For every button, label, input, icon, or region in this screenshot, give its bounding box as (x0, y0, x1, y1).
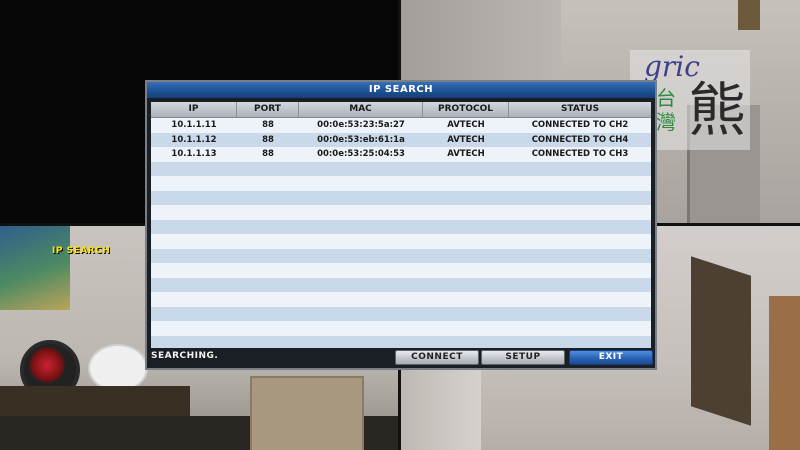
exit-button[interactable]: EXIT (569, 350, 653, 365)
column-header-protocol[interactable]: PROTOCOL (423, 102, 509, 117)
empty-table-row (151, 263, 651, 278)
table-cell-ip: 10.1.1.11 (171, 120, 217, 130)
column-header-port[interactable]: PORT (237, 102, 299, 117)
empty-table-row (151, 277, 651, 292)
table-body: 10.1.1.11 88 00:0e:53:23:5a:27 AVTECH CONNEC… (151, 118, 651, 348)
dialog-title: IP SEARCH (147, 82, 655, 98)
dome-camera (88, 344, 148, 392)
wall-poster (0, 226, 70, 310)
empty-table-row (151, 321, 651, 336)
watermark-cjk-small: 台 灣 (656, 86, 676, 134)
search-status: SEARCHING. (151, 351, 219, 361)
table-cell-port: 88 (262, 120, 274, 130)
table-row[interactable]: 10.1.1.13 88 00:0e:53:25:04:53 AVTECH CONNEC… (151, 147, 651, 162)
door-frame (769, 296, 800, 450)
device-table: IP PORT MAC PROTOCOL STATUS 10.1.1.11 88 0… (151, 102, 651, 348)
table-cell-protocol: AVTECH (447, 149, 485, 159)
table-cell-status: CONNECTED TO CH4 (531, 134, 629, 145)
empty-table-row (151, 306, 651, 321)
table-header: IP PORT MAC PROTOCOL STATUS (151, 102, 651, 118)
circuit-board (0, 386, 190, 420)
table-cell-port: 88 (262, 149, 274, 159)
column-header-status[interactable]: STATUS (509, 102, 651, 117)
table-cell-ip: 10.1.1.13 (171, 149, 217, 159)
table-cell-status: CONNECTED TO CH3 (531, 149, 629, 159)
dialog-footer: SEARCHING. CONNECT SETUP EXIT (147, 348, 655, 368)
table-cell-mac: 00:0e:53:eb:61:1a (317, 134, 405, 145)
table-cell-port: 88 (262, 134, 274, 145)
overlay-label: IP SEARCH (52, 246, 111, 256)
ip-search-dialog: IP SEARCH IP PORT MAC PROTOCOL STATUS 10… (145, 80, 657, 370)
table-cell-status: CONNECTED TO CH2 (531, 120, 629, 130)
empty-table-row (151, 234, 651, 249)
door (691, 256, 751, 426)
watermark-cjk-big: 熊 (688, 76, 747, 144)
wall-corner (738, 0, 760, 30)
table-cell-ip: 10.1.1.12 (171, 134, 217, 145)
table-cell-protocol: AVTECH (447, 134, 485, 145)
empty-table-row (151, 219, 651, 234)
table-cell-protocol: AVTECH (447, 120, 485, 130)
column-header-mac[interactable]: MAC (299, 102, 423, 117)
empty-table-row (151, 161, 651, 176)
empty-table-row (151, 335, 651, 348)
column-header-ip[interactable]: IP (151, 102, 237, 117)
empty-table-row (151, 205, 651, 220)
empty-table-row (151, 292, 651, 307)
table-row[interactable]: 10.1.1.11 88 00:0e:53:23:5a:27 AVTECH CONNEC… (151, 118, 651, 133)
cpu-fan-center (28, 346, 66, 384)
wooden-door (250, 376, 364, 450)
empty-table-row (151, 248, 651, 263)
empty-table-row (151, 190, 651, 205)
table-row[interactable]: 10.1.1.12 88 00:0e:53:eb:61:1a AVTECH CONNEC… (151, 132, 651, 147)
connect-button[interactable]: CONNECT (395, 350, 479, 365)
table-cell-mac: 00:0e:53:25:04:53 (317, 149, 405, 159)
setup-button[interactable]: SETUP (481, 350, 565, 365)
table-cell-mac: 00:0e:53:23:5a:27 (317, 120, 405, 130)
empty-table-row (151, 176, 651, 191)
